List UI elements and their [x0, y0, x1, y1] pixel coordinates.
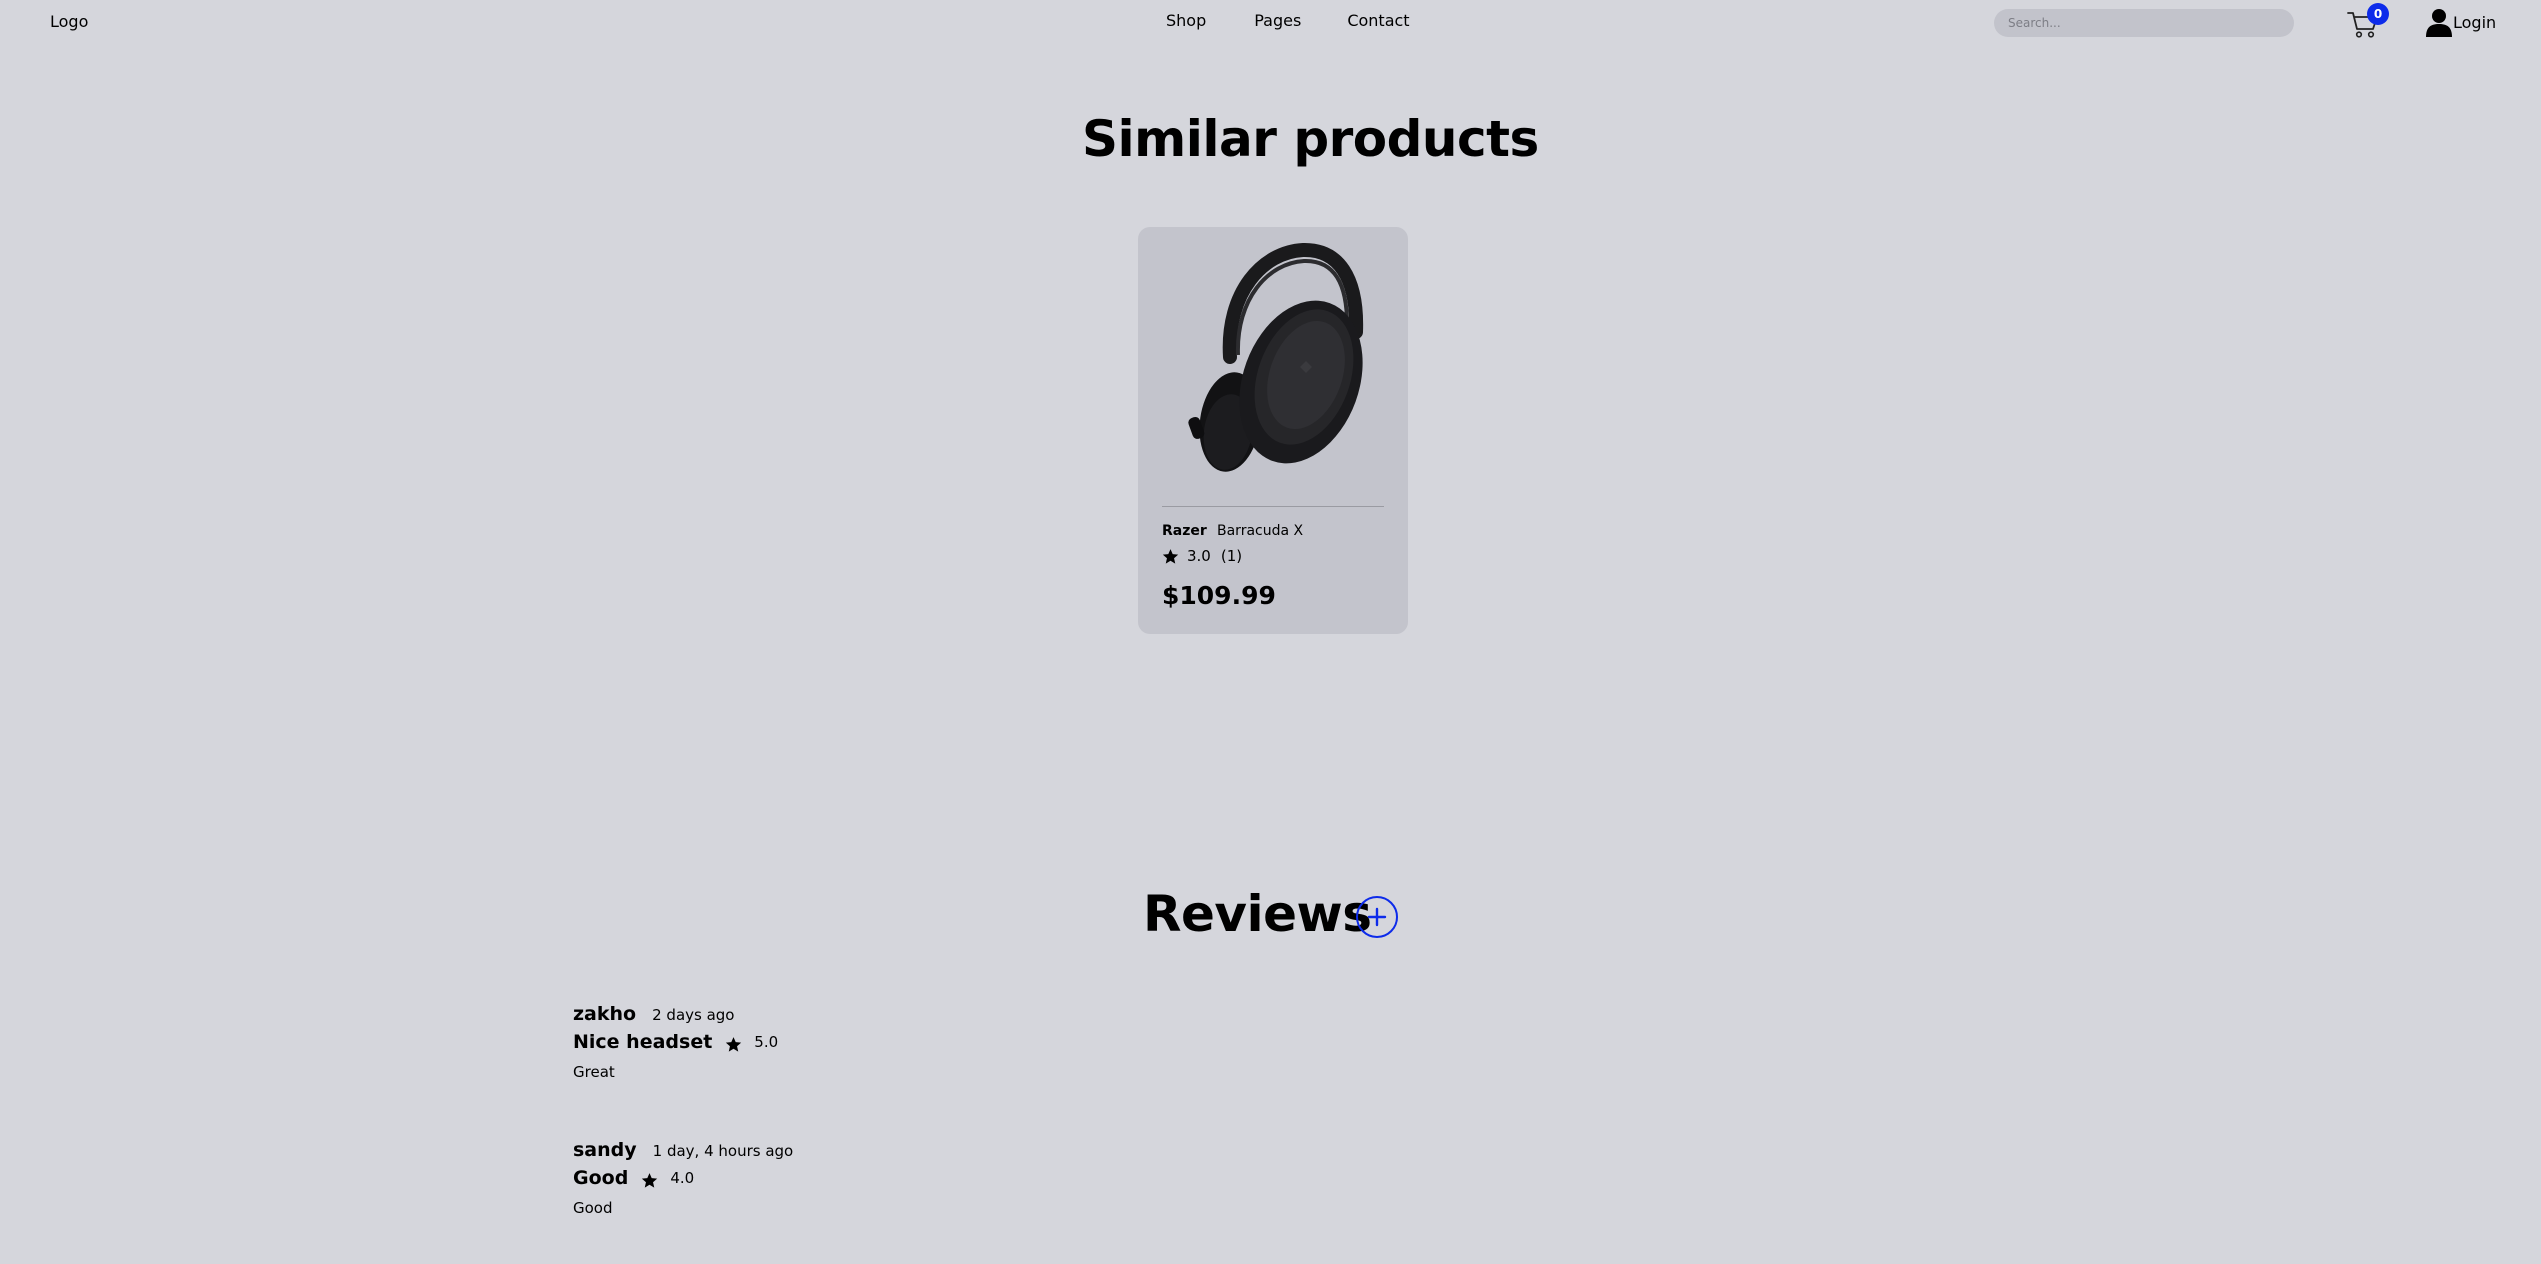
plus-icon: [1367, 907, 1387, 927]
navbar: Logo Shop Pages Contact 0 Login: [0, 0, 2541, 46]
review-rating: 4.0: [670, 1169, 695, 1187]
review-author: zakho: [573, 1003, 637, 1025]
review-time: 1 day, 4 hours ago: [652, 1142, 794, 1160]
logo[interactable]: Logo: [50, 12, 88, 31]
review-time: 2 days ago: [652, 1006, 735, 1024]
product-price: $109.99: [1162, 581, 1276, 610]
review-item: sandy 1 day, 4 hours ago Good 4.0 Good: [573, 1139, 793, 1217]
star-icon: [726, 1036, 742, 1052]
review-body: Good: [573, 1199, 613, 1217]
product-brand: Razer: [1162, 523, 1207, 539]
review-item: zakho 2 days ago Nice headset 5.0 Great: [573, 1003, 778, 1081]
review-rating: 5.0: [754, 1033, 779, 1051]
nav-link-contact[interactable]: Contact: [1347, 11, 1409, 30]
product-card[interactable]: Razer Barracuda X 3.0 (1) $109.99: [1138, 227, 1408, 634]
user-icon: [2426, 9, 2452, 37]
review-body: Great: [573, 1063, 615, 1081]
star-icon: [1162, 548, 1179, 564]
product-image: [1188, 242, 1364, 472]
product-rating-count: (1): [1220, 547, 1243, 565]
login-button[interactable]: Login: [2425, 7, 2496, 37]
reviews-title: Reviews: [1143, 885, 1372, 943]
similar-products-title: Similar products: [1082, 110, 1539, 168]
nav-link-pages[interactable]: Pages: [1254, 11, 1301, 30]
review-author: sandy: [573, 1139, 637, 1161]
add-review-button[interactable]: [1356, 896, 1398, 938]
product-rating-value: 3.0: [1187, 547, 1211, 565]
cart-count-badge: 0: [2367, 3, 2389, 25]
nav-link-shop[interactable]: Shop: [1166, 11, 1206, 30]
login-label: Login: [2453, 12, 2497, 32]
card-divider: [1162, 506, 1384, 507]
nav-links: Shop Pages Contact: [1166, 11, 1410, 30]
product-rating: 3.0 (1): [1162, 547, 1242, 565]
star-icon: [642, 1172, 658, 1188]
product-model: Barracuda X: [1217, 523, 1304, 539]
search-input[interactable]: [1994, 9, 2294, 37]
review-title: Good: [573, 1167, 629, 1189]
review-title: Nice headset: [573, 1031, 713, 1053]
